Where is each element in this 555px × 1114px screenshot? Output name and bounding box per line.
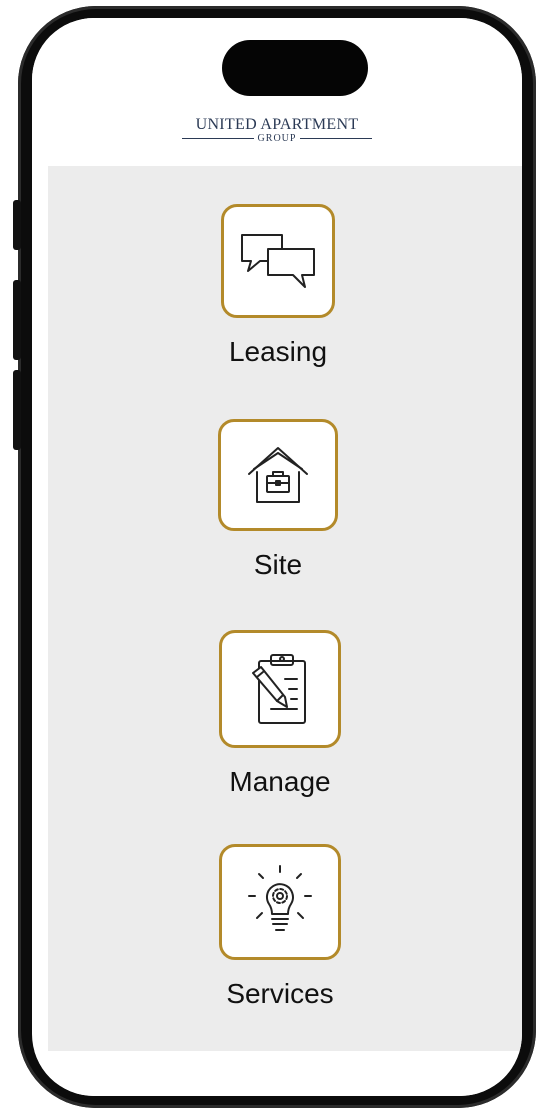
manage-label: Manage <box>229 766 331 797</box>
logo-rule-right <box>300 138 373 139</box>
clipboard-pen-icon <box>252 654 306 724</box>
menu-item-leasing[interactable]: Leasing <box>188 204 368 368</box>
volume-down-button <box>13 370 21 450</box>
chat-bubbles-icon <box>241 234 315 288</box>
lightbulb-gear-icon <box>248 865 312 931</box>
site-icon-box[interactable] <box>218 419 338 531</box>
dynamic-island <box>222 40 368 96</box>
manage-icon-box[interactable] <box>219 630 341 748</box>
app-screen: UNITED APARTMENT GROUP Leasing Site Mana… <box>32 18 522 1096</box>
action-button <box>13 200 21 250</box>
menu-panel: Leasing Site Manage Services <box>48 166 522 1051</box>
logo-rule-left <box>181 138 254 139</box>
menu-item-manage[interactable]: Manage <box>190 630 370 798</box>
leasing-label: Leasing <box>228 336 328 367</box>
site-label: Site <box>253 549 303 580</box>
house-briefcase-icon <box>248 447 308 503</box>
menu-item-services[interactable]: Services <box>190 844 370 1010</box>
brand-sub: GROUP <box>257 133 297 144</box>
volume-up-button <box>13 280 21 360</box>
brand-logo: UNITED APARTMENT GROUP <box>32 116 522 144</box>
brand-name: UNITED APARTMENT <box>195 116 359 133</box>
services-label: Services <box>226 978 334 1009</box>
leasing-icon-box[interactable] <box>221 204 335 318</box>
bottom-bar <box>32 1051 522 1096</box>
brand-subline: GROUP <box>32 133 522 144</box>
services-icon-box[interactable] <box>219 844 341 960</box>
menu-item-site[interactable]: Site <box>188 419 368 581</box>
